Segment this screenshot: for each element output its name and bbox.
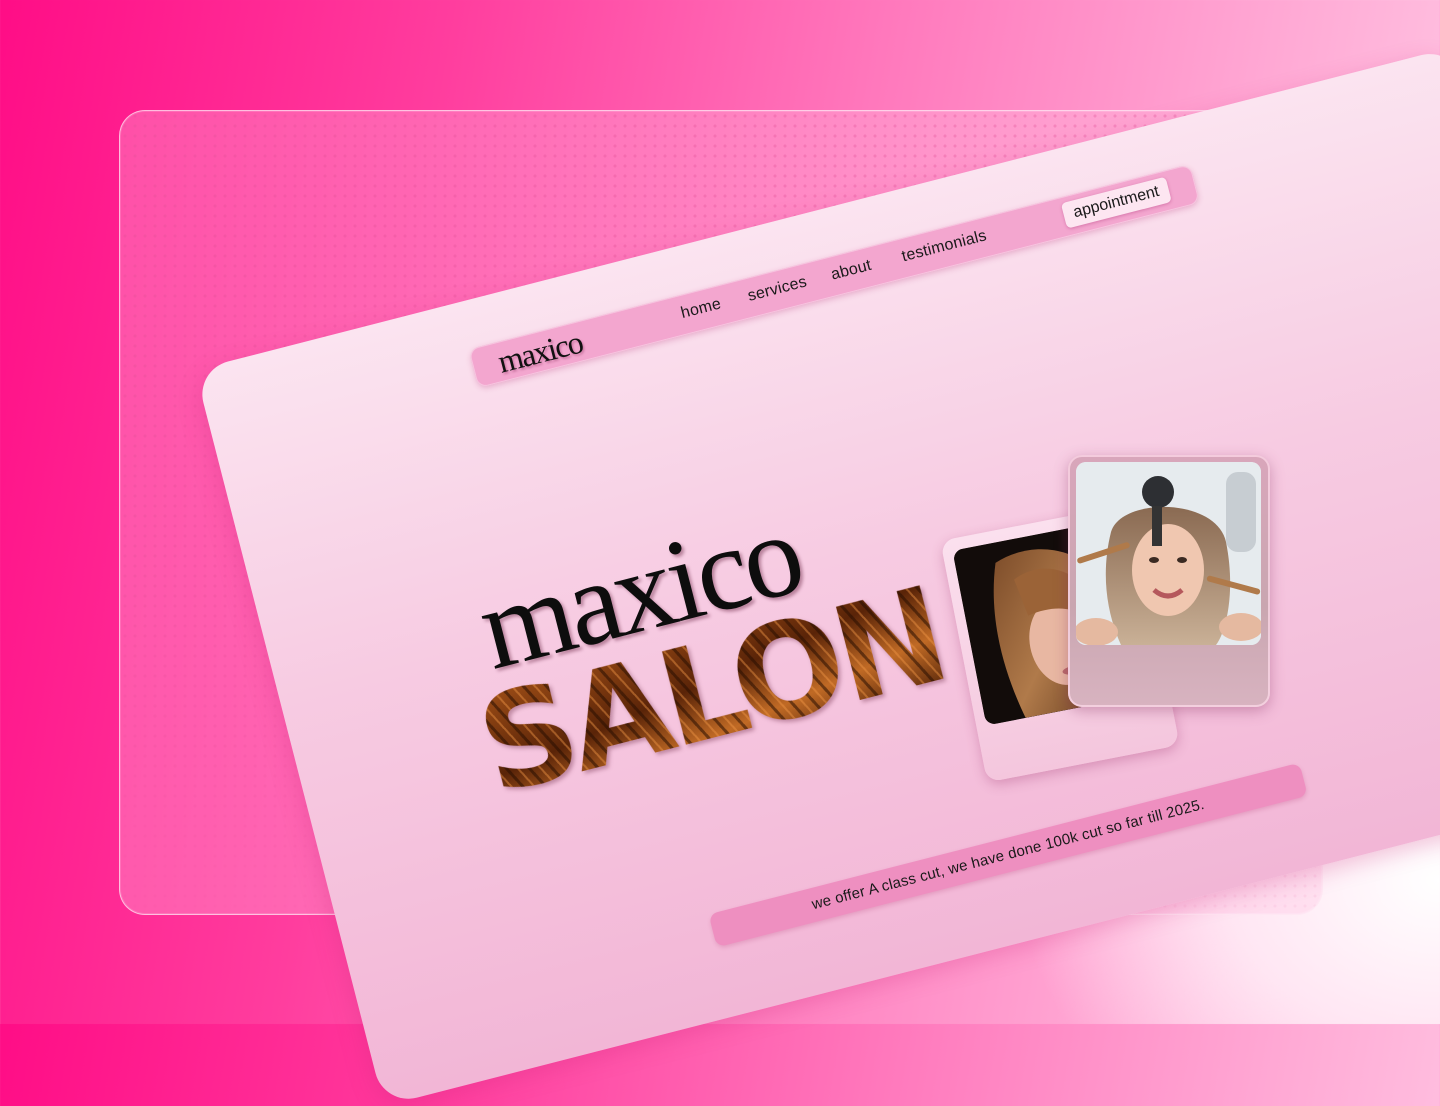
nav-link-about[interactable]: about: [829, 257, 873, 285]
photo-card-front[interactable]: [1068, 455, 1270, 707]
nav-link-home[interactable]: home: [679, 295, 723, 323]
nav-link-testimonials[interactable]: testimonials: [900, 227, 989, 266]
appointment-button[interactable]: appointment: [1060, 176, 1172, 229]
woman-makeup-salon-photo-icon: [1076, 462, 1261, 645]
tagline-text: we offer A class cut, we have done 100k …: [809, 795, 1207, 914]
logo[interactable]: maxico: [494, 324, 586, 381]
nav-link-services[interactable]: services: [746, 273, 809, 305]
tagline-bar: we offer A class cut, we have done 100k …: [708, 762, 1308, 948]
